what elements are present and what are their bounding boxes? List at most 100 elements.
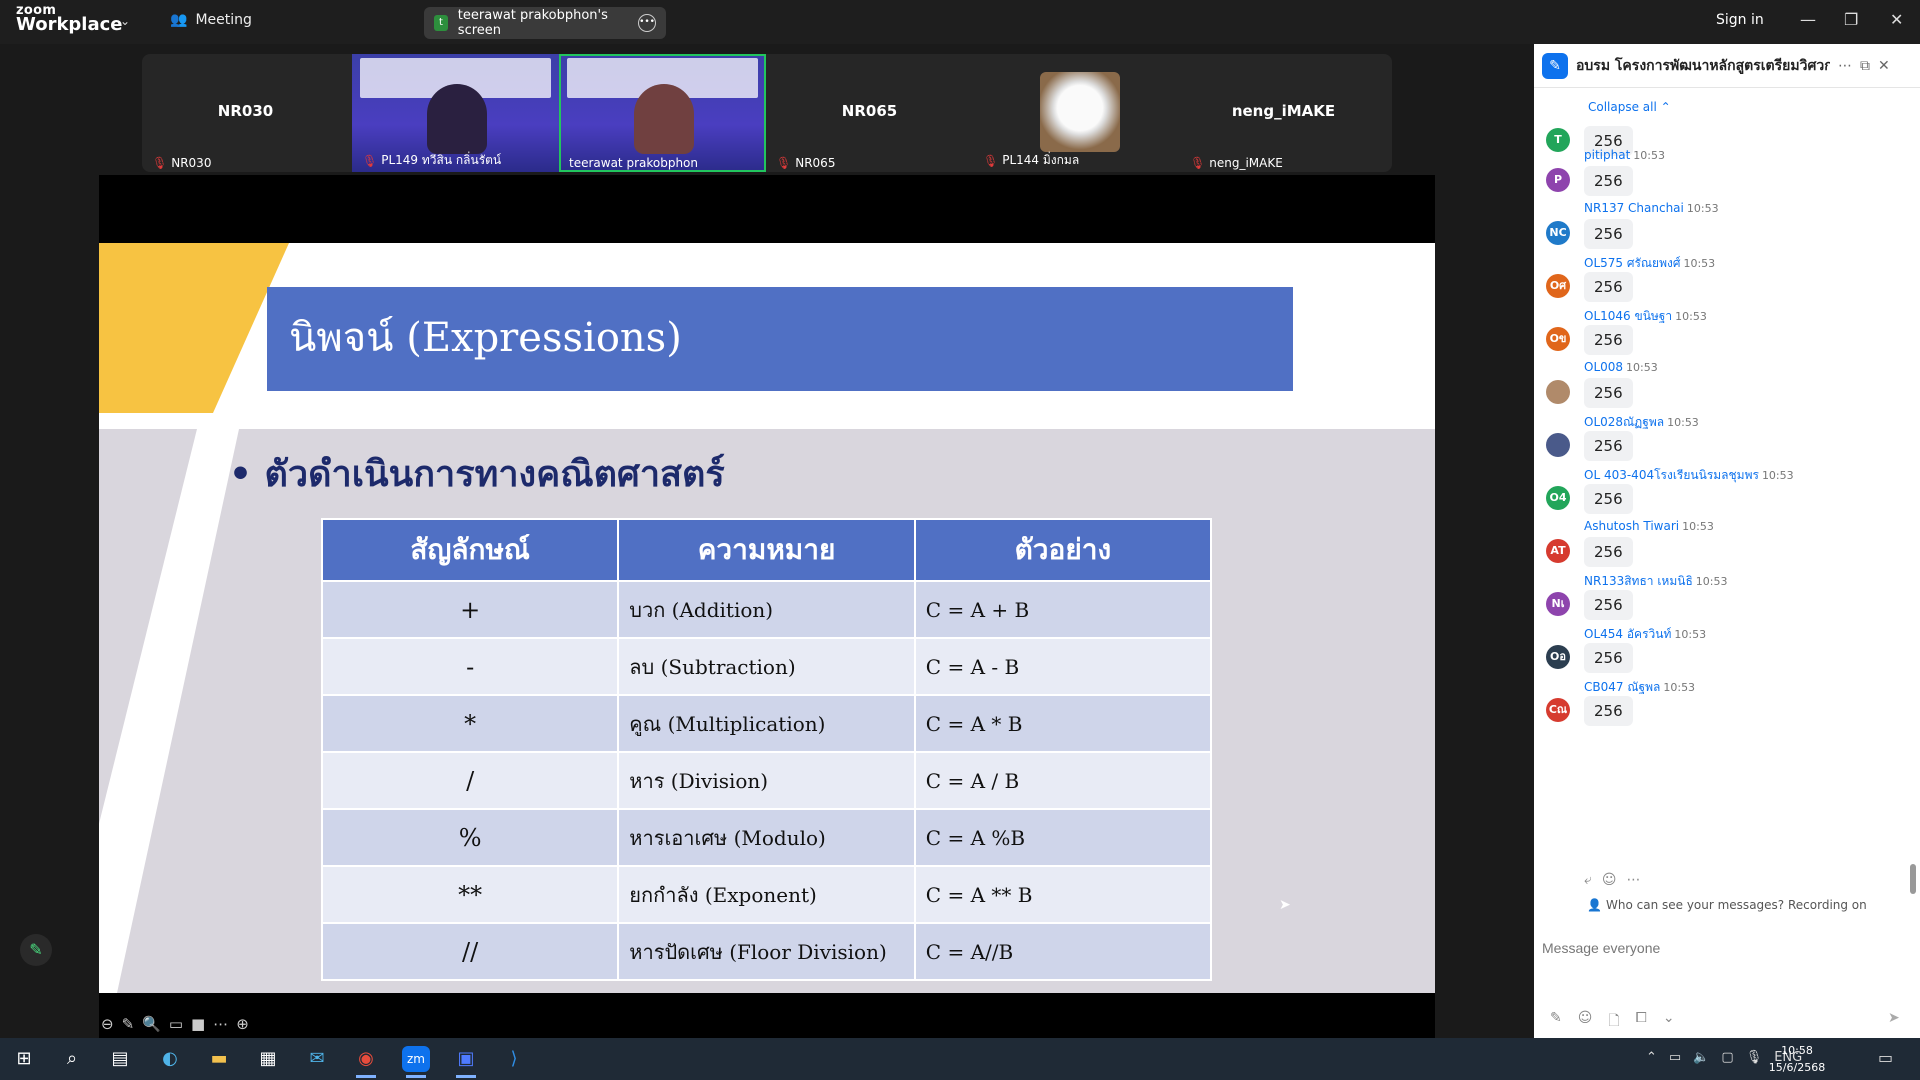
pop-out-icon[interactable]: ⧉ bbox=[1860, 58, 1870, 74]
chat-compose-icon[interactable]: ✎ bbox=[1542, 52, 1568, 79]
emoji-icon[interactable]: ☺ bbox=[1578, 1010, 1593, 1034]
participant-tile[interactable]: NR065 🎙 NR065 bbox=[766, 54, 973, 172]
message-input[interactable] bbox=[1542, 918, 1912, 978]
avatar[interactable]: Oข bbox=[1546, 327, 1570, 351]
more-options-icon[interactable]: ⋯ bbox=[213, 1015, 228, 1033]
table-row: * คูณ (Multiplication) C = A * B bbox=[320, 694, 1213, 753]
message-time: 10:53 bbox=[1663, 681, 1696, 694]
avatar[interactable] bbox=[1546, 433, 1570, 457]
message-sender[interactable]: NR133สิทธา เหมนิธิ 10:53 bbox=[1584, 572, 1727, 591]
edge-icon[interactable]: ◐ bbox=[156, 1046, 184, 1072]
chat-header: ✎ อบรม โครงการพัฒนาหลักสูตรเตรียมวิศวก..… bbox=[1534, 44, 1920, 88]
message-time: 10:53 bbox=[1761, 469, 1794, 482]
meeting-button[interactable]: 👥 Meeting bbox=[170, 12, 252, 28]
message-bubble: 256 bbox=[1584, 696, 1633, 726]
message-bubble: 256 bbox=[1584, 219, 1633, 249]
zoom-icon[interactable]: zm bbox=[402, 1046, 430, 1078]
close-icon[interactable]: ✕ bbox=[1878, 58, 1890, 74]
message-time: 10:53 bbox=[1683, 257, 1716, 270]
screenshot-icon[interactable]: ⧠ bbox=[1636, 1010, 1647, 1034]
reply-icon[interactable]: ⤶ bbox=[1584, 872, 1592, 888]
chat-message[interactable]: Cณ CB047 ณัฐพล 10:53 256 bbox=[1534, 678, 1920, 743]
message-sender[interactable]: OL008 10:53 bbox=[1584, 360, 1658, 374]
participant-tile-active-speaker[interactable]: teerawat prakobphon bbox=[559, 54, 766, 172]
message-bubble: 256 bbox=[1584, 484, 1633, 514]
participant-tile[interactable]: 🎙 PL149 ทวีสิน กลิ่นรัตน์ bbox=[352, 54, 559, 172]
vscode-icon[interactable]: ⟩ bbox=[500, 1046, 528, 1072]
message-bubble: 256 bbox=[1584, 590, 1633, 620]
more-icon[interactable]: ⋯ bbox=[1838, 58, 1852, 74]
chat-title: อบรม โครงการพัฒนาหลักสูตรเตรียมวิศวก... bbox=[1576, 57, 1830, 74]
message-sender[interactable]: OL028ณัฏฐพล 10:53 bbox=[1584, 413, 1699, 432]
annotate-icon[interactable]: ✎ bbox=[20, 934, 52, 966]
minimize-icon[interactable]: — bbox=[1800, 10, 1816, 29]
emoji-reaction-icon[interactable]: ☺ bbox=[1602, 872, 1617, 888]
avatar[interactable]: Cณ bbox=[1546, 698, 1570, 722]
chevron-down-icon[interactable]: ⌄ bbox=[120, 14, 130, 28]
table-row: / หาร (Division) C = A / B bbox=[320, 751, 1213, 810]
participant-tile[interactable]: neng_iMAKE 🎙 neng_iMAKE bbox=[1180, 54, 1387, 172]
slide-bullet: • ตัวดำเนินการทางคณิตศาสตร์ bbox=[229, 454, 725, 495]
chrome-icon[interactable]: ◉ bbox=[352, 1046, 380, 1078]
avatar[interactable]: Oอ bbox=[1546, 645, 1570, 669]
task-view-icon[interactable]: ▤ bbox=[106, 1046, 134, 1072]
message-bubble: 256 bbox=[1584, 643, 1633, 673]
more-icon[interactable]: ••• bbox=[638, 14, 656, 32]
close-icon[interactable]: ✕ bbox=[1890, 10, 1903, 29]
avatar[interactable]: O4 bbox=[1546, 486, 1570, 510]
avatar[interactable] bbox=[1546, 380, 1570, 404]
format-icon[interactable]: ✎ bbox=[1550, 1010, 1562, 1034]
zoom-icon[interactable]: 🔍 bbox=[142, 1015, 161, 1033]
visibility-notice[interactable]: 👤 Who can see your messages? Recording o… bbox=[1534, 898, 1920, 912]
message-sender[interactable]: OL 403-404โรงเรียนนิรมลชุมพร 10:53 bbox=[1584, 466, 1794, 485]
presentation-app-icon[interactable]: ▣ bbox=[452, 1046, 480, 1078]
search-icon[interactable]: ⌕ bbox=[58, 1046, 86, 1072]
sign-in-button[interactable]: Sign in bbox=[1716, 12, 1764, 28]
message-sender[interactable]: OL1046 ขนิษฐา 10:53 bbox=[1584, 307, 1707, 326]
chevron-up-icon[interactable]: ⌃ bbox=[1646, 1050, 1657, 1065]
message-sender[interactable]: OL575 ศรัณยพงศ์ 10:53 bbox=[1584, 254, 1715, 273]
chat-scrollbar[interactable] bbox=[1910, 864, 1916, 894]
camera-icon[interactable]: ■ bbox=[191, 1015, 205, 1033]
message-time: 10:53 bbox=[1667, 416, 1699, 429]
send-icon[interactable]: ➤ bbox=[1888, 1010, 1900, 1026]
network-icon[interactable]: ▢ bbox=[1721, 1050, 1733, 1065]
maximize-icon[interactable]: ❐ bbox=[1844, 10, 1858, 29]
message-sender[interactable]: NR137 Chanchai 10:53 bbox=[1584, 201, 1719, 215]
message-time: 10:53 bbox=[1682, 520, 1714, 533]
mouse-cursor-icon: ➤ bbox=[1279, 897, 1291, 913]
notification-icon[interactable]: ▭ bbox=[1878, 1048, 1893, 1067]
pen-icon[interactable]: ✎ bbox=[122, 1015, 135, 1033]
message-sender[interactable]: CB047 ณัฐพล 10:53 bbox=[1584, 678, 1695, 697]
share-screen-tab[interactable]: t teerawat prakobphon's screen ••• bbox=[424, 7, 666, 39]
message-bubble: 256 bbox=[1584, 325, 1633, 355]
file-explorer-icon[interactable]: ▬ bbox=[205, 1046, 233, 1072]
captions-icon[interactable]: ▭ bbox=[169, 1015, 183, 1033]
chevron-down-icon[interactable]: ⌄ bbox=[1663, 1010, 1675, 1034]
participant-tile[interactable]: NR030 🎙 NR030 bbox=[142, 54, 349, 172]
clock[interactable]: 10:58 15/6/2568 bbox=[1752, 1042, 1842, 1076]
message-sender[interactable]: Ashutosh Tiwari 10:53 bbox=[1584, 519, 1714, 533]
zoom-logo: zoom Workplace bbox=[16, 3, 123, 35]
camera-icon[interactable]: ▭ bbox=[1669, 1050, 1681, 1065]
participant-video bbox=[427, 84, 487, 154]
avatar[interactable]: AT bbox=[1546, 539, 1570, 563]
message-sender[interactable]: OL454 อัครวินท์ 10:53 bbox=[1584, 625, 1706, 644]
windows-start-icon[interactable]: ⊞ bbox=[10, 1046, 38, 1072]
participant-tile[interactable]: 🎙 PL144 มิ่งกมล bbox=[973, 54, 1180, 172]
next-slide-icon[interactable]: ⊕ bbox=[236, 1015, 249, 1033]
avatar[interactable]: Nเ bbox=[1546, 592, 1570, 616]
more-icon[interactable]: ⋯ bbox=[1626, 872, 1640, 888]
volume-icon[interactable]: 🔈 bbox=[1693, 1050, 1709, 1065]
message-time: 10:53 bbox=[1695, 575, 1728, 588]
file-icon[interactable]: 🗋 bbox=[1608, 1010, 1619, 1034]
message-sender[interactable]: pitiphat 10:53 bbox=[1584, 148, 1665, 162]
avatar[interactable]: P bbox=[1546, 168, 1570, 192]
mail-icon[interactable]: ✉ bbox=[303, 1046, 331, 1072]
store-icon[interactable]: ▦ bbox=[254, 1046, 282, 1072]
previous-slide-icon[interactable]: ⊖ bbox=[101, 1015, 114, 1033]
avatar[interactable]: Oศ bbox=[1546, 274, 1570, 298]
table-row: ** ยกกำลัง (Exponent) C = A ** B bbox=[320, 865, 1213, 924]
meeting-area: NR030 🎙 NR030 🎙 PL149 ทวีสิน กลิ่นรัตน์ te… bbox=[0, 44, 1534, 1038]
avatar[interactable]: NC bbox=[1546, 221, 1570, 245]
